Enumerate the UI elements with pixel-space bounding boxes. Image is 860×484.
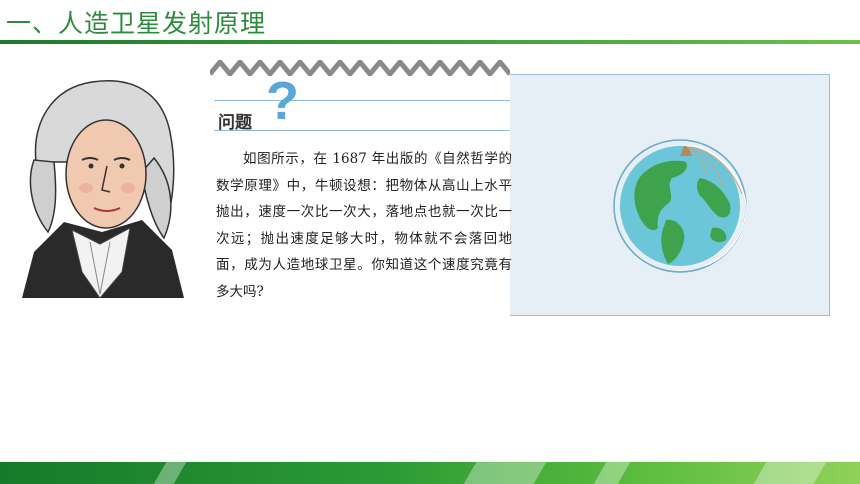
- question-mark-icon: ?: [266, 71, 299, 131]
- question-heading: 问题: [218, 113, 252, 133]
- question-body-text: 如图所示，在 1687 年出版的《自然哲学的数学原理》中，牛顿设想：把物体从高山…: [216, 151, 512, 300]
- question-rule-top: [214, 100, 510, 101]
- zigzag-decoration: [210, 60, 510, 76]
- footer-stripe: [463, 462, 547, 484]
- title-underline: [0, 40, 860, 44]
- footer-stripe: [753, 462, 827, 484]
- page-title: 一、人造卫星发射原理: [6, 9, 267, 38]
- footer-band: [0, 462, 860, 484]
- newton-portrait-image: [22, 80, 184, 298]
- earth-orbit-diagram: [613, 139, 747, 273]
- question-rule-bottom: [214, 130, 510, 131]
